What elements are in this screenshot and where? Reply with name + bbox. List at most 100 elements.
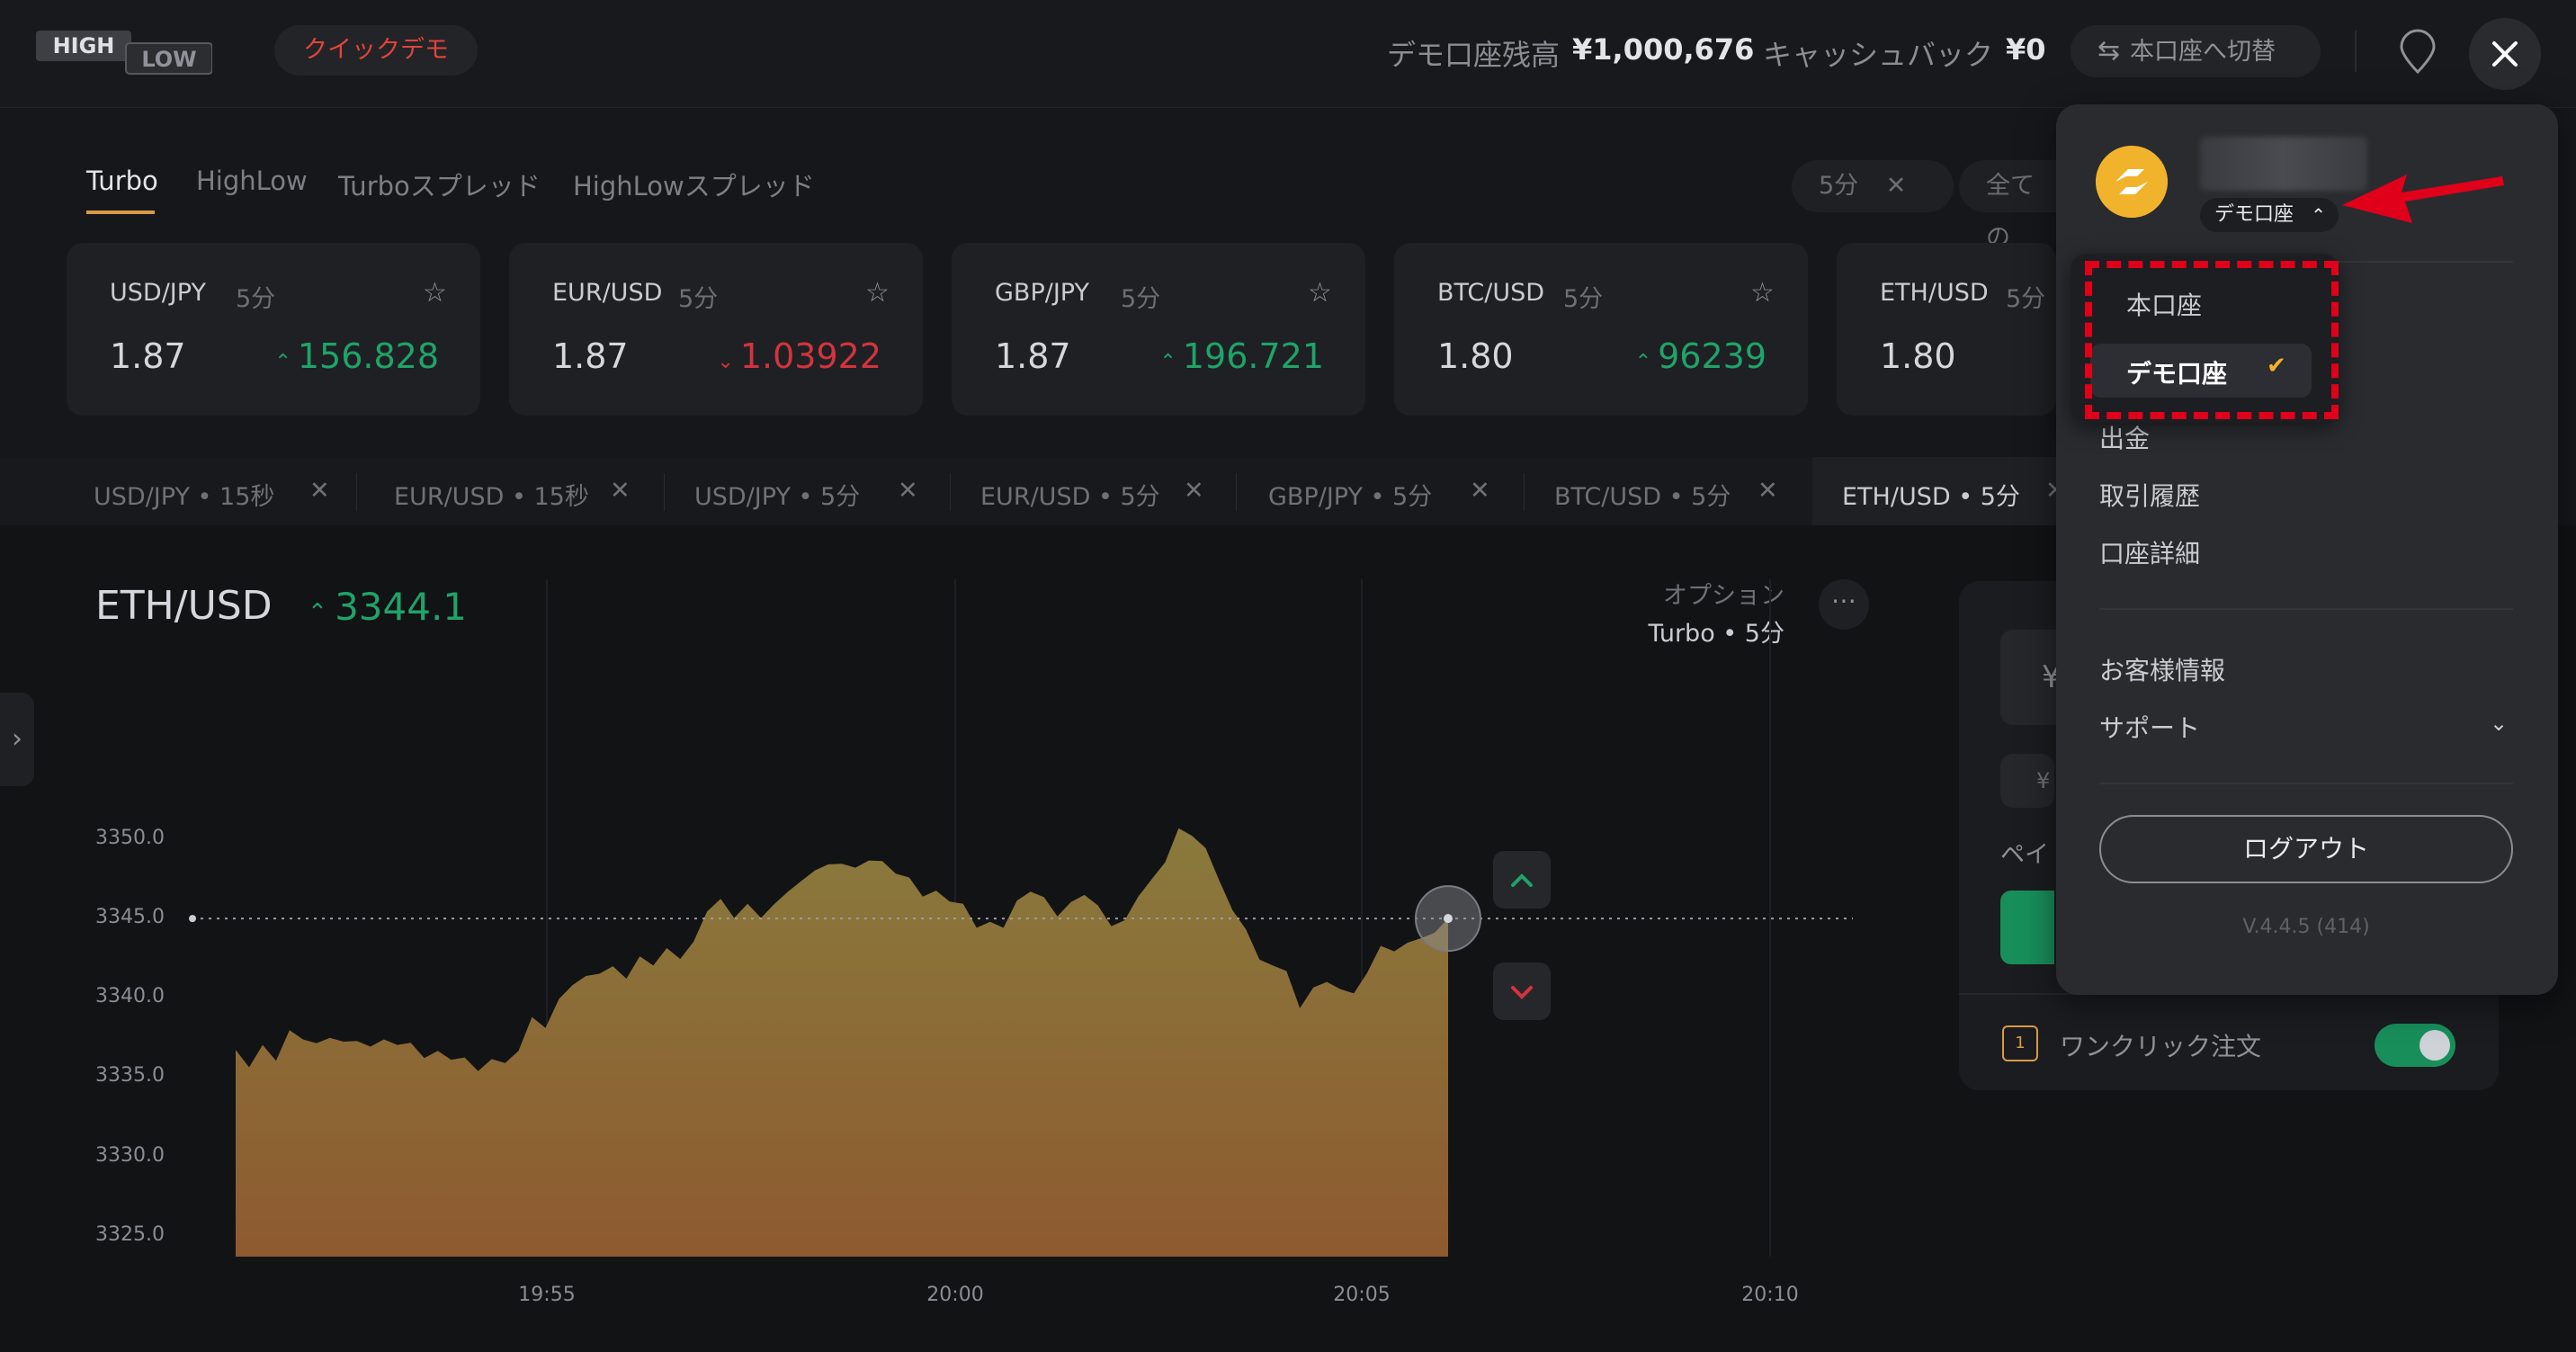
asset-card-ethusd[interactable]: ETH/USD 5分 1.80 (1837, 243, 2056, 416)
annotation-highlight-box (2085, 261, 2339, 419)
close-tab-icon[interactable]: ✕ (309, 477, 330, 505)
chart-tab-ethusd-5m[interactable]: ETH/USD • 5分✕ (1842, 477, 2066, 512)
asset-card-eurusd[interactable]: EUR/USD 5分 ☆ 1.87 ⌄ 1.03922 (509, 243, 923, 416)
asset-pair: BTC/USD (1437, 279, 1545, 307)
chart-tab-eurusd-5m[interactable]: EUR/USD • 5分 ✕ (980, 477, 1204, 512)
close-tab-icon[interactable]: ✕ (1470, 477, 1490, 505)
current-price-dot (1444, 914, 1453, 924)
account-type-label: デモ口座 (2214, 203, 2294, 226)
high-button[interactable] (1493, 851, 1551, 909)
one-click-icon: 1 (2002, 1025, 2038, 1061)
chart-tab-gbpjpy-5m[interactable]: GBP/JPY • 5分 ✕ (1268, 477, 1490, 512)
logout-button[interactable]: ログアウト (2099, 815, 2513, 883)
demo-balance-label: デモ口座残高 (1387, 38, 1561, 72)
favorite-star-icon[interactable]: ☆ (1308, 277, 1332, 309)
chart-tab-divider (1236, 473, 1237, 511)
asset-card-btcusd[interactable]: BTC/USD 5分 ☆ 1.80 ⌃ 96239 (1394, 243, 1808, 416)
favorite-star-icon[interactable]: ☆ (1750, 277, 1775, 309)
menu-divider (2099, 783, 2513, 784)
y-tick-label: 3345.0 (95, 906, 165, 928)
top-header: HIGH LOW クイックデモ デモ口座残高 ¥1,000,676 キャッシュバ… (0, 0, 2576, 108)
y-tick-label: 3335.0 (95, 1064, 165, 1087)
buy-button[interactable] (2000, 891, 2054, 964)
chart-tab-label: GBP/JPY • 5分 (1268, 483, 1433, 511)
menu-item-trade-history[interactable]: 取引履歴 (2099, 477, 2200, 513)
payout-label: ペイ (2000, 841, 2049, 869)
menu-item-account-details[interactable]: 口座詳細 (2099, 534, 2200, 570)
close-menu-button[interactable] (2469, 18, 2541, 90)
chevron-up-icon: ⌃ (2311, 204, 2326, 226)
menu-item-support[interactable]: サポート (2099, 709, 2200, 745)
price-area (236, 828, 1448, 1257)
switch-to-real-account-button[interactable]: ⇆ 本口座へ切替 (2071, 25, 2321, 77)
chart-tab-label: EUR/USD • 5分 (980, 483, 1160, 511)
duration-filter-label: 5分 (1819, 172, 1859, 200)
quick-amount-button[interactable]: ¥ (2000, 754, 2054, 808)
chevron-down-icon[interactable]: ⌄ (2490, 711, 2508, 736)
chart-tab-usdjpy-15s[interactable]: USD/JPY • 15秒 ✕ (94, 477, 330, 512)
menu-item-withdraw[interactable]: 出金 (2099, 419, 2150, 455)
tab-turbo-spread[interactable]: Turboスプレッド (338, 166, 541, 203)
highlow-logo[interactable]: HIGH LOW (36, 31, 212, 76)
asset-payout: 1.87 (552, 336, 629, 376)
one-click-order-toggle[interactable] (2375, 1024, 2455, 1067)
y-axis-labels: 3350.0 3345.0 3340.0 3335.0 3330.0 3325.0 (95, 827, 165, 1246)
close-tab-icon[interactable]: ✕ (1184, 477, 1204, 505)
asset-price: ⌄ 1.03922 (717, 336, 881, 376)
close-tab-icon[interactable]: ✕ (610, 477, 631, 505)
chevron-up-icon (1511, 873, 1533, 887)
asset-pair: ETH/USD (1880, 279, 1989, 307)
asset-payout: 1.87 (995, 336, 1071, 376)
switch-button-label: 本口座へ切替 (2130, 38, 2276, 66)
chart-tab-label: USD/JPY • 15秒 (94, 483, 275, 511)
favorite-star-icon[interactable]: ☆ (865, 277, 890, 309)
app-version: V.4.4.5 (414) (2242, 916, 2370, 938)
y-tick-label: 3350.0 (95, 827, 165, 849)
chart-tab-eurusd-15s[interactable]: EUR/USD • 15秒 ✕ (394, 477, 631, 512)
y-tick-label: 3325.0 (95, 1223, 165, 1246)
asset-card-usdjpy[interactable]: USD/JPY 5分 ☆ 1.87 ⌃ 156.828 (67, 243, 480, 416)
asset-duration: 5分 (1121, 285, 1161, 313)
chart-tab-divider (356, 473, 357, 511)
account-type-toggle[interactable]: デモ口座 ⌃ (2200, 198, 2339, 232)
asset-duration: 5分 (1563, 285, 1604, 313)
asset-duration: 5分 (678, 285, 719, 313)
x-tick-label: 19:55 (518, 1284, 575, 1306)
clear-filter-icon[interactable]: ✕ (1886, 172, 1907, 200)
favorite-star-icon[interactable]: ☆ (423, 277, 447, 309)
x-tick-label: 20:00 (926, 1284, 983, 1306)
asset-payout: 1.80 (1880, 336, 1956, 376)
close-tab-icon[interactable]: ✕ (898, 477, 918, 505)
tab-highlow-spread[interactable]: HighLowスプレッド (573, 166, 815, 203)
close-icon (2492, 41, 2518, 67)
asset-payout: 1.87 (110, 336, 186, 376)
y-tick-label: 3340.0 (95, 985, 165, 1007)
duration-filter[interactable]: 5分 ✕ (1792, 160, 1954, 212)
asset-duration: 5分 (236, 285, 276, 313)
toggle-knob (2419, 1030, 2450, 1061)
asset-duration: 5分 (2006, 285, 2046, 313)
asset-pair: EUR/USD (552, 279, 663, 307)
active-tab-underline (86, 210, 155, 214)
header-divider (2355, 31, 2357, 72)
chevron-down-icon (1511, 986, 1533, 999)
price-chart[interactable]: 3350.0 3345.0 3340.0 3335.0 3330.0 3325.0 19:… (0, 525, 1871, 1352)
low-button[interactable] (1493, 963, 1551, 1020)
chart-tab-btcusd-5m[interactable]: BTC/USD • 5分 ✕ (1554, 477, 1778, 512)
x-tick-label: 20:05 (1333, 1284, 1390, 1306)
quick-demo-button[interactable]: クイックデモ (274, 25, 478, 76)
menu-item-customer-info[interactable]: お客様情報 (2099, 651, 2225, 687)
asset-card-gbpjpy[interactable]: GBP/JPY 5分 ☆ 1.87 ⌃ 196.721 (952, 243, 1365, 416)
tab-turbo[interactable]: Turbo (86, 166, 158, 196)
y-tick-label: 3330.0 (95, 1144, 165, 1167)
logo-text-high: HIGH (53, 33, 115, 58)
one-click-order-label: ワンクリック注文 (2060, 1032, 2262, 1061)
tab-highlow[interactable]: HighLow (196, 166, 308, 196)
asset-price: ⌃ 96239 (1634, 336, 1767, 376)
location-pin-icon[interactable] (2393, 27, 2443, 77)
demo-balance-value: ¥1,000,676 (1572, 32, 1755, 67)
chart-tab-label: ETH/USD • 5分 (1842, 483, 2020, 511)
chart-tab-divider (1524, 473, 1525, 511)
close-tab-icon[interactable]: ✕ (1758, 477, 1778, 505)
chart-tab-usdjpy-5m[interactable]: USD/JPY • 5分 ✕ (694, 477, 918, 512)
